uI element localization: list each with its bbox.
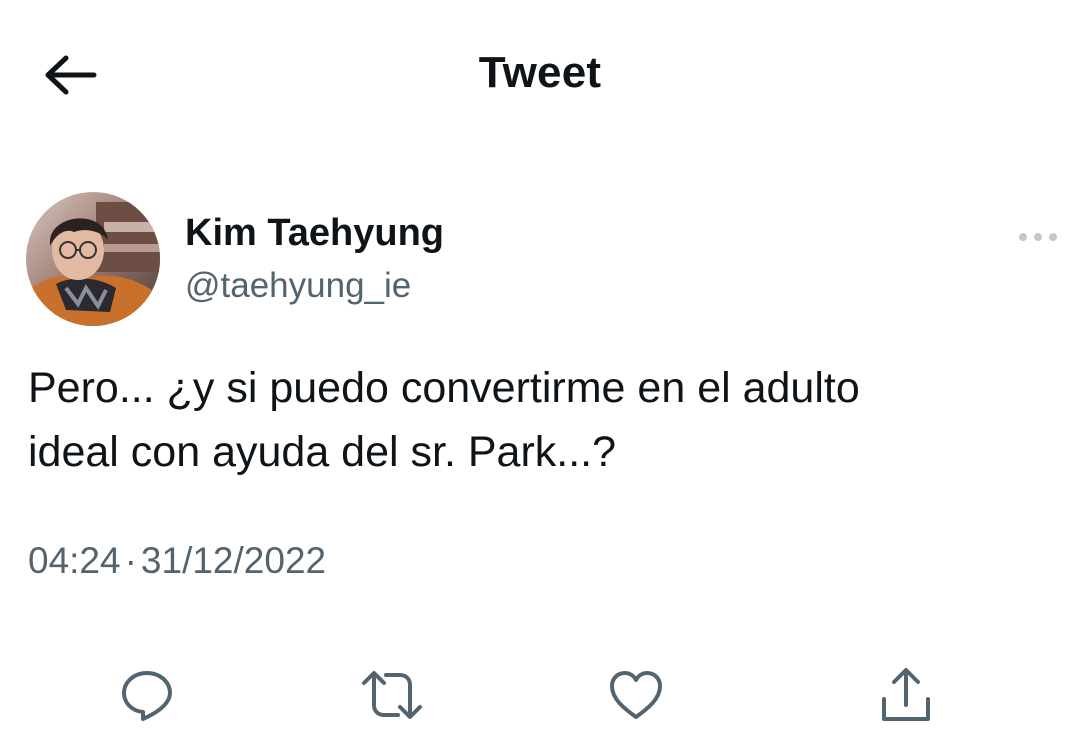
avatar-photo [26,192,160,326]
more-options-icon [1019,233,1057,241]
tweet-text: Pero... ¿y si puedo convertirme en el ad… [28,364,860,476]
tweet-timestamp[interactable]: 04:24 · 31/12/2022 [28,540,326,582]
reply-icon [122,671,172,721]
more-options-button[interactable] [1008,220,1068,254]
retweet-button[interactable] [352,655,432,735]
timestamp-separator: · [124,540,137,581]
tweet-detail-screen: Tweet Kim Taehyung @taehyung_ie Pero... … [0,0,1080,754]
share-icon [882,668,930,721]
top-bar: Tweet [0,0,1080,150]
tweet-date: 31/12/2022 [140,540,327,581]
retweet-icon [362,671,422,719]
author-handle[interactable]: @taehyung_ie [185,266,411,306]
page-title: Tweet [478,48,602,97]
reply-button[interactable] [107,655,187,735]
tweet-actions-bar [0,655,1080,735]
avatar[interactable] [26,192,160,326]
heart-icon [610,671,662,719]
share-button[interactable] [866,655,946,735]
author-name[interactable]: Kim Taehyung [185,212,444,255]
tweet-time: 04:24 [28,540,121,581]
like-button[interactable] [596,655,676,735]
